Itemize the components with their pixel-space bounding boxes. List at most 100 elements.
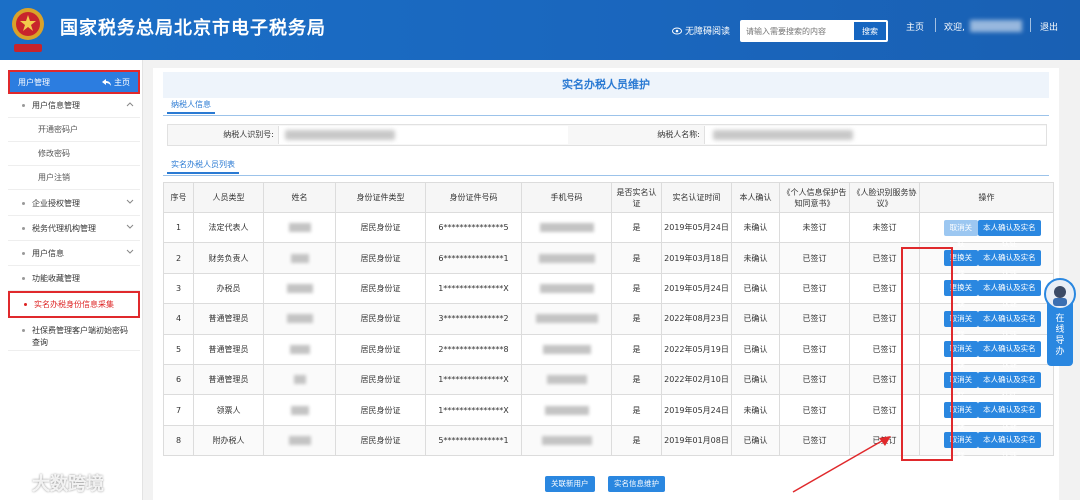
cell-phone-redacted [521, 424, 612, 457]
cell-person-type: 普通管理员 [193, 363, 264, 396]
sidebar-item-social-security-password[interactable]: 社保费管理客户端初始密码查询 [8, 321, 140, 351]
cell-index: 6 [163, 363, 194, 396]
confirm-realname-button[interactable]: 本人确认及实名认证 [977, 250, 1041, 278]
sidebar-home-label: 主页 [114, 77, 130, 87]
cell-verify-time: 2019年03月18日 [661, 242, 732, 274]
cell-self-confirm: 已确认 [731, 303, 780, 335]
cell-index: 7 [163, 394, 194, 426]
cell-operations: 取消关联 本人确认及实名认证 [919, 211, 1054, 248]
col-header: 《人脸识别服务协议》 [849, 182, 920, 213]
cell-self-confirm: 已确认 [731, 363, 780, 396]
col-header: 《个人信息保护告知同意书》 [779, 182, 850, 213]
cell-privacy-consent: 已签订 [779, 303, 850, 335]
cell-id-number: 6***************5 [425, 211, 522, 244]
col-header: 身份证件类型 [335, 182, 426, 213]
cell-name-redacted [263, 394, 336, 426]
bullet-icon [22, 252, 25, 255]
eye-icon [672, 27, 682, 34]
welcome-text: 欢迎, [944, 23, 965, 33]
return-arrow-icon [102, 78, 111, 86]
cell-phone-redacted [521, 211, 612, 244]
bullet-icon [22, 104, 25, 107]
site-title: 国家税务总局北京市电子税务局 [60, 18, 326, 39]
sidebar-home-link[interactable]: 主页 [102, 77, 130, 88]
sidebar-item-enterprise-auth[interactable]: 企业授权管理 [8, 192, 140, 216]
customer-service-icon [1053, 286, 1067, 306]
sidebar-item-change-password[interactable]: 修改密码 [8, 142, 140, 166]
confirm-realname-button[interactable]: 本人确认及实名认证 [977, 219, 1041, 248]
cell-verified: 是 [611, 363, 662, 396]
cell-self-confirm: 已确认 [731, 272, 780, 305]
sidebar-item-realname-collection[interactable]: 实名办税身份信息采集 [8, 291, 140, 318]
bullet-icon [22, 277, 25, 280]
cell-name-redacted [263, 424, 336, 457]
sidebar-item-label: 税务代理机构管理 [32, 224, 96, 233]
cell-person-type: 领票人 [193, 394, 264, 426]
sidebar-item-label: 用户信息管理 [32, 101, 80, 110]
cell-person-type: 附办税人 [193, 424, 264, 457]
tab-realname-list[interactable]: 实名办税人员列表 [167, 158, 239, 174]
bullet-icon [22, 329, 25, 332]
cell-self-confirm: 未确认 [731, 242, 780, 274]
cell-person-type: 普通管理员 [193, 333, 264, 365]
search-button[interactable]: 搜索 [854, 22, 886, 40]
accessible-label: 无障碍阅读 [685, 27, 731, 37]
cell-id-number: 3***************2 [425, 303, 522, 335]
sidebar-head-user-management[interactable]: 用户管理 主页 [8, 70, 140, 94]
sidebar-item-favorites[interactable]: 功能收藏管理 [8, 267, 140, 291]
cell-id-number: 1***************X [425, 394, 522, 426]
sidebar-item-user-info[interactable]: 用户信息 [8, 242, 140, 266]
cell-id-type: 居民身份证 [335, 363, 426, 396]
bullet-icon [22, 202, 25, 205]
cell-phone-redacted [521, 272, 612, 305]
taxpayer-name-value [704, 126, 1046, 144]
header-divider [935, 18, 936, 32]
home-link[interactable]: 主页 [906, 20, 924, 33]
cell-verified: 是 [611, 394, 662, 426]
cell-index: 2 [163, 242, 194, 274]
cell-verified: 是 [611, 303, 662, 335]
guide-avatar-icon[interactable] [1044, 278, 1076, 310]
sidebar-item-open-password[interactable]: 开通密码户 [8, 118, 140, 142]
col-header: 是否实名认证 [611, 182, 662, 213]
logout-link[interactable]: 退出 [1040, 20, 1058, 33]
cell-index: 4 [163, 303, 194, 335]
sidebar-head-label: 用户管理 [18, 77, 50, 87]
cell-privacy-consent: 未签订 [779, 211, 850, 244]
cell-index: 5 [163, 333, 194, 365]
cell-phone-redacted [521, 303, 612, 335]
search-box: 搜索 [740, 20, 888, 42]
table-header-row: 序号 人员类型 姓名 身份证件类型 身份证件号码 手机号码 是否实名认证 实名认… [163, 182, 1054, 213]
cell-name-redacted [263, 333, 336, 365]
cell-id-number: 2***************8 [425, 333, 522, 365]
relation-button[interactable]: 取消关联 [944, 219, 978, 248]
sidebar-item-user-deregister[interactable]: 用户注销 [8, 166, 140, 190]
confirm-realname-button[interactable]: 本人确认及实名认证 [977, 371, 1041, 400]
confirm-realname-button[interactable]: 本人确认及实名认证 [977, 402, 1041, 430]
search-input[interactable] [740, 20, 852, 42]
tab-underline [163, 115, 1049, 116]
cell-verify-time: 2022年05月19日 [661, 333, 732, 365]
add-user-button[interactable]: 关联新用户 [545, 476, 595, 492]
confirm-realname-button[interactable]: 本人确认及实名认证 [977, 310, 1041, 339]
cell-id-type: 居民身份证 [335, 272, 426, 305]
main-panel: 实名办税人员维护 纳税人信息 纳税人识别号: 纳税人名称: 实名办税人员列表 序… [153, 68, 1059, 500]
operations-group: 取消关联 本人确认及实名认证 [922, 219, 1051, 248]
cell-self-confirm: 已确认 [731, 333, 780, 365]
col-header: 人员类型 [193, 182, 264, 213]
realname-maintain-button[interactable]: 实名信息维护 [608, 476, 665, 492]
confirm-realname-button[interactable]: 本人确认及实名认证 [977, 341, 1041, 369]
taxpayer-info-box: 纳税人识别号: 纳税人名称: [167, 124, 1047, 146]
watermark-logo-icon [8, 476, 27, 490]
cell-verified: 是 [611, 242, 662, 274]
sidebar-item-tax-agent[interactable]: 税务代理机构管理 [8, 217, 140, 241]
tab-taxpayer-info[interactable]: 纳税人信息 [167, 98, 215, 114]
chevron-down-icon [126, 224, 134, 229]
watermark-text: 大数跨境 [32, 474, 104, 495]
sidebar-item-user-info-management[interactable]: 用户信息管理 [8, 94, 140, 118]
accessible-reading-link[interactable]: 无障碍阅读 [672, 24, 730, 37]
cell-person-type: 办税员 [193, 272, 264, 305]
confirm-realname-button[interactable]: 本人确认及实名认证 [977, 280, 1041, 308]
confirm-realname-button[interactable]: 本人确认及实名认证 [977, 432, 1041, 460]
chevron-down-icon [126, 199, 134, 204]
